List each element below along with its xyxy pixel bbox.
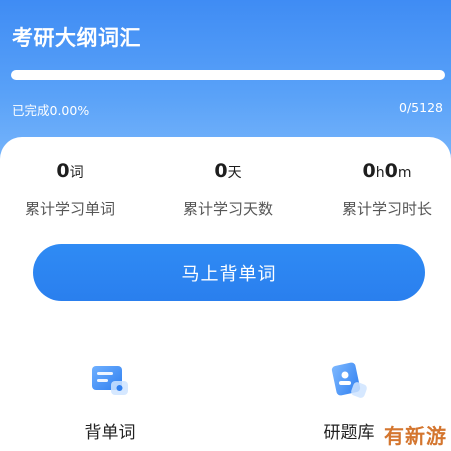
stat-minutes-number: 0 (384, 160, 398, 182)
flashcard-icon (92, 366, 128, 395)
progress-count-text: 0/5128 (399, 100, 443, 115)
stat-number: 0 (214, 160, 228, 182)
stat-value: 0词 (0, 160, 140, 184)
stat-value: 0天 (158, 160, 298, 184)
feature-label: 背单词 (84, 423, 136, 443)
stat-total-time: 0h0m 累计学习时长 (317, 160, 451, 219)
stat-minutes-unit: m (397, 165, 412, 181)
stat-label: 累计学习时长 (341, 200, 432, 218)
feature-flashcards[interactable]: 背单词 (45, 356, 175, 443)
start-memorizing-button[interactable]: 马上背单词 (33, 244, 425, 301)
stat-total-days: 0天 累计学习天数 (158, 160, 298, 219)
stats-row: 0词 累计学习单词 0天 累计学习天数 0h0m 累计学习时长 (0, 160, 451, 220)
question-bank-icon (331, 362, 367, 398)
progress-bar (11, 70, 445, 80)
stat-hours-number: 0 (362, 160, 376, 182)
stat-label: 累计学习天数 (182, 200, 273, 218)
stat-number: 0 (56, 160, 70, 182)
stat-hours-unit: h (375, 165, 385, 181)
stat-value: 0h0m (317, 160, 451, 184)
stat-total-words: 0词 累计学习单词 (0, 160, 140, 219)
app-title: 考研大纲词汇 (12, 26, 141, 50)
stat-label: 累计学习单词 (24, 200, 115, 218)
stat-unit: 天 (227, 165, 242, 181)
stat-unit: 词 (69, 165, 84, 181)
watermark-text: 有新游 (384, 424, 447, 448)
progress-percent-text: 已完成0.00% (12, 103, 90, 118)
